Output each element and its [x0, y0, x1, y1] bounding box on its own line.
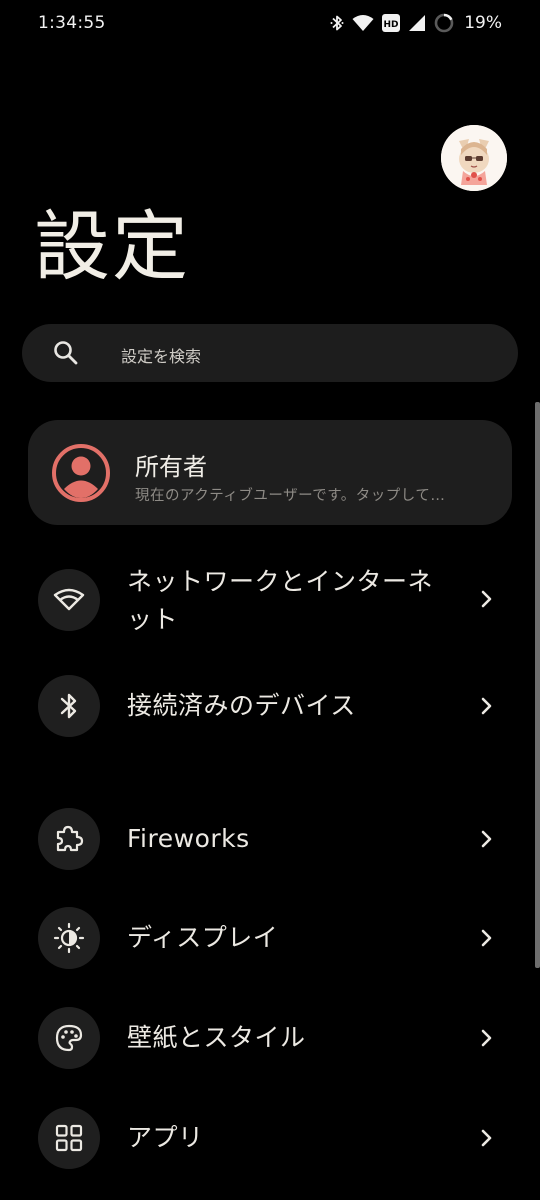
svg-text:HD: HD: [384, 20, 399, 30]
signal-icon: [408, 14, 426, 32]
chevron-right-icon: [476, 589, 496, 609]
search-bar[interactable]: 設定を検索: [22, 324, 518, 382]
chevron-right-icon: [476, 1028, 496, 1048]
account-circle-icon: [52, 444, 110, 502]
apps-grid-icon: [38, 1107, 100, 1169]
page-title: 設定: [34, 202, 190, 291]
settings-item-connected-devices[interactable]: 接続済みのデバイス: [0, 675, 540, 737]
settings-item-label: 壁紙とスタイル: [127, 1023, 306, 1052]
settings-item-display[interactable]: ディスプレイ: [0, 907, 540, 969]
status-bar: 1:34:55 HD 19%: [0, 0, 540, 48]
search-placeholder: 設定を検索: [121, 347, 202, 366]
wifi-icon: [352, 14, 374, 32]
settings-item-fireworks[interactable]: Fireworks: [0, 808, 540, 870]
owner-subtitle: 現在のアクティブユーザーです。タップして…: [135, 488, 446, 504]
settings-screen: 1:34:55 HD 19% 設定 設定を検索 所有者 現在のアクティブユーザー…: [0, 0, 540, 1200]
palette-icon: [38, 1007, 100, 1069]
puzzle-icon: [38, 808, 100, 870]
status-time: 1:34:55: [38, 13, 106, 33]
settings-item-label: ネットワークとインターネット: [127, 567, 434, 634]
battery-icon: [434, 13, 454, 33]
status-icons: HD 19%: [330, 12, 502, 34]
hd-badge-icon: HD: [382, 14, 401, 32]
settings-item-label: ディスプレイ: [127, 923, 279, 952]
chevron-right-icon: [476, 829, 496, 849]
chevron-right-icon: [476, 1128, 496, 1148]
profile-avatar[interactable]: [441, 125, 507, 191]
chevron-right-icon: [476, 928, 496, 948]
owner-title: 所有者: [135, 453, 207, 481]
wifi-icon: [38, 569, 100, 631]
settings-item-label: アプリ: [127, 1123, 204, 1152]
bluetooth-icon: [38, 675, 100, 737]
settings-item-network[interactable]: ネットワークとインターネット: [0, 560, 540, 640]
settings-item-label: 接続済みのデバイス: [127, 691, 356, 720]
settings-item-label: Fireworks: [127, 824, 250, 853]
settings-item-wallpaper-style[interactable]: 壁紙とスタイル: [0, 1007, 540, 1069]
settings-item-apps[interactable]: アプリ: [0, 1107, 540, 1169]
search-icon: [52, 339, 80, 371]
bluetooth-icon: [330, 14, 344, 32]
owner-card[interactable]: 所有者 現在のアクティブユーザーです。タップして…: [28, 420, 512, 525]
battery-percent: 19%: [464, 13, 502, 33]
brightness-icon: [38, 907, 100, 969]
chevron-right-icon: [476, 696, 496, 716]
